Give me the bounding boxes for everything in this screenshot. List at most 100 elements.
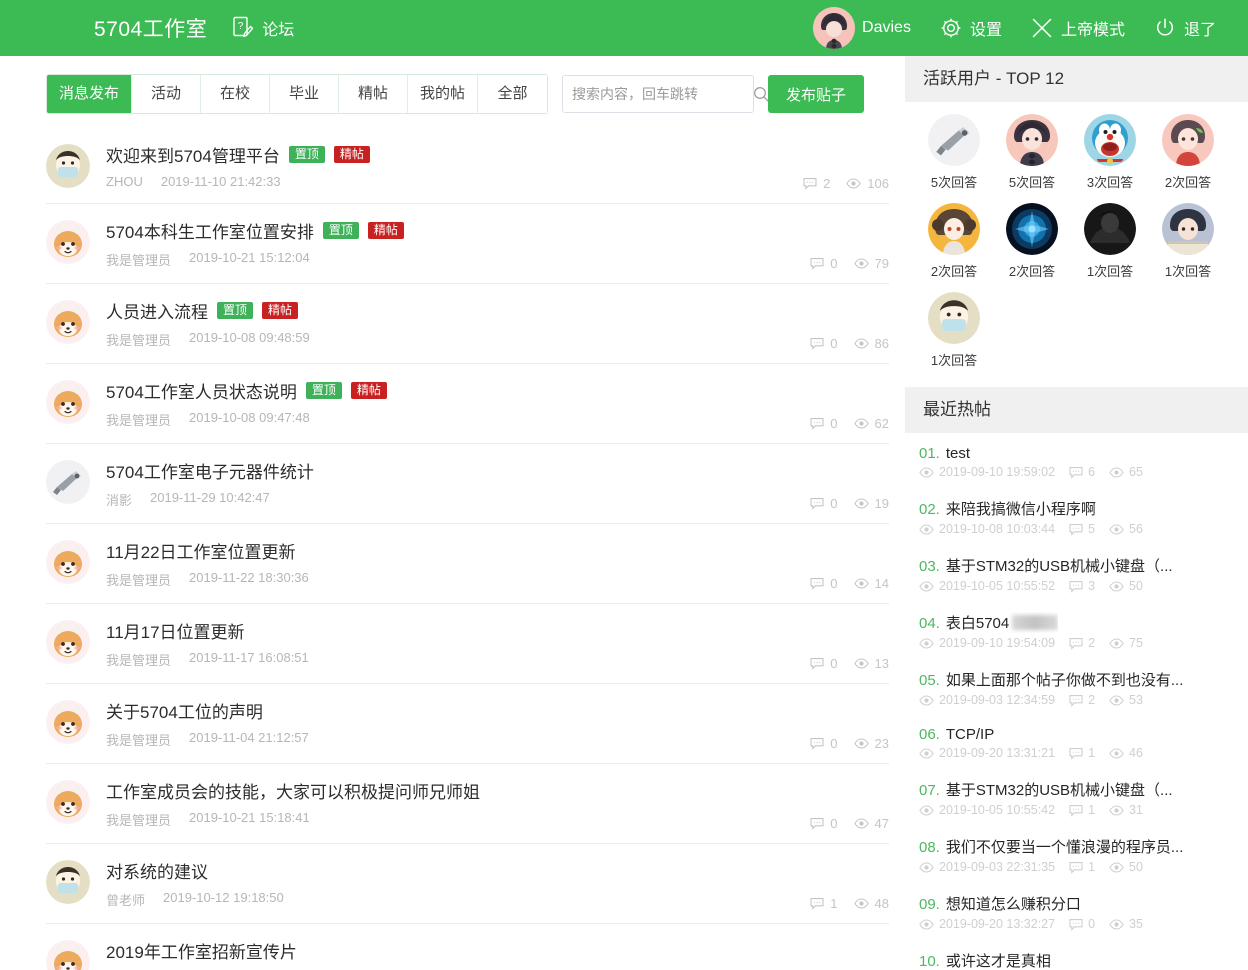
post-title[interactable]: 人员进入流程 (106, 298, 208, 323)
hot-post-item[interactable]: 10. 或许这才是真相 (919, 944, 1248, 970)
search-box[interactable] (562, 75, 770, 113)
hot-post-item[interactable]: 05. 如果上面那个帖子你做不到也没有... 2019-09-03 12:34:… (919, 663, 1248, 716)
eye-icon (853, 578, 869, 589)
tab-7[interactable]: 全部 (478, 75, 548, 113)
active-users-panel: 活跃用户 - TOP 12 5次回答 5次回答 3次回答 2次回答 2次回答 2… (905, 56, 1248, 387)
hot-post-item[interactable]: 02. 来陪我搞微信小程序啊 2019-10-08 10:03:44 5 56 (919, 492, 1248, 545)
comment-count-value: 0 (830, 816, 838, 831)
user-avatar (1162, 203, 1214, 255)
post-row[interactable]: 11月22日工作室位置更新 我是管理员 2019-11-22 18:30:36 … (46, 524, 889, 604)
tab-3[interactable]: 在校 (201, 75, 271, 113)
hot-comment-value: 2 (1088, 693, 1096, 707)
eye-icon (853, 818, 869, 829)
active-user-cell[interactable]: 1次回答 (915, 292, 993, 369)
hot-post-title-wrap[interactable]: TCP/IP (946, 726, 994, 743)
hot-comment-value: 3 (1088, 579, 1096, 593)
post-title-row: 欢迎来到5704管理平台 置顶 精帖 (106, 142, 889, 167)
active-user-cell[interactable]: 5次回答 (993, 114, 1071, 191)
post-row[interactable]: 欢迎来到5704管理平台 置顶 精帖 ZHOU 2019-11-10 21:42:… (46, 128, 889, 204)
post-row[interactable]: 人员进入流程 置顶 精帖 我是管理员 2019-10-08 09:48:59 0 … (46, 284, 889, 364)
post-avatar (46, 460, 90, 504)
hot-post-title-wrap[interactable]: 我们不仅要当一个懂浪漫的程序员... (946, 836, 1184, 857)
post-row[interactable]: 11月17日位置更新 我是管理员 2019-11-17 16:08:51 0 1… (46, 604, 889, 684)
user-avatar (928, 114, 980, 166)
hot-comment-value: 0 (1088, 917, 1096, 931)
hot-post-title-wrap[interactable]: 来陪我搞微信小程序啊 (946, 498, 1096, 519)
active-user-cell[interactable]: 5次回答 (915, 114, 993, 191)
publish-post-button[interactable]: 发布贴子 (768, 75, 865, 113)
post-row[interactable]: 2019年工作室招新宣传片 我是管理员 2019-10-11 19:56:19 … (46, 924, 889, 970)
active-users-grid: 5次回答 5次回答 3次回答 2次回答 2次回答 2次回答 1次回答 1次回答 … (905, 102, 1248, 387)
hot-post-title-wrap[interactable]: 想知道怎么赚积分口 (946, 893, 1081, 914)
hot-post-item[interactable]: 07. 基于STM32的USB机械小键盘（... 2019-10-05 10:5… (919, 773, 1248, 826)
eye-icon (853, 898, 869, 909)
hot-post-item[interactable]: 08. 我们不仅要当一个懂浪漫的程序员... 2019-09-03 22:31:… (919, 830, 1248, 883)
hot-post-time-value: 2019-09-10 19:59:02 (939, 465, 1056, 479)
tab-4[interactable]: 毕业 (270, 75, 340, 113)
post-title[interactable]: 11月17日位置更新 (106, 618, 245, 643)
user-answer-count: 2次回答 (930, 264, 978, 279)
hot-post-title-wrap[interactable]: 基于STM32的USB机械小键盘（... (946, 555, 1173, 576)
post-row[interactable]: 关于5704工位的声明 我是管理员 2019-11-04 21:12:57 0 … (46, 684, 889, 764)
post-author: 消影 (106, 493, 133, 508)
post-row[interactable]: 5704工作室电子元器件统计 消影 2019-11-29 10:42:47 0 … (46, 444, 889, 524)
hot-post-title-row: 01. test (919, 439, 1248, 465)
post-title[interactable]: 11月22日工作室位置更新 (106, 538, 296, 563)
hot-post-time-value: 2019-09-20 13:31:21 (939, 746, 1056, 760)
hot-post-item[interactable]: 01. test 2019-09-10 19:59:02 6 65 (919, 439, 1248, 488)
post-row[interactable]: 工作室成员会的技能，大家可以积极提问师兄师姐 我是管理员 2019-10-21 … (46, 764, 889, 844)
hot-post-index: 10. (919, 953, 940, 970)
post-body: 5704工作室人员状态说明 置顶 精帖 我是管理员 2019-10-08 09:4… (90, 378, 889, 429)
active-user-cell[interactable]: 2次回答 (1149, 114, 1227, 191)
hot-post-item[interactable]: 04. 表白5704 2019-09-10 19:54:09 2 75 (919, 606, 1248, 659)
tab-1[interactable]: 消息发布 (47, 75, 133, 113)
post-row[interactable]: 5704本科生工作室位置安排 置顶 精帖 我是管理员 2019-10-21 15:… (46, 204, 889, 284)
logout-button[interactable]: 退了 (1139, 16, 1230, 40)
post-title[interactable]: 5704本科生工作室位置安排 (106, 218, 314, 243)
tab-6[interactable]: 我的帖 (408, 75, 479, 113)
badge-top: 置顶 (288, 146, 325, 163)
post-title[interactable]: 工作室成员会的技能，大家可以积极提问师兄师姐 (106, 778, 480, 803)
post-row[interactable]: 对系统的建议 曾老师 2019-10-12 19:18:50 1 48 (46, 844, 889, 924)
hot-post-index: 05. (919, 672, 940, 689)
post-title[interactable]: 5704工作室电子元器件统计 (106, 458, 314, 483)
hot-post-title-wrap[interactable]: 基于STM32的USB机械小键盘（... (946, 779, 1173, 800)
active-user-cell[interactable]: 1次回答 (1149, 203, 1227, 280)
post-title[interactable]: 欢迎来到5704管理平台 (106, 142, 280, 167)
hot-post-title-wrap[interactable]: test (946, 445, 970, 462)
comment-count-value: 0 (830, 336, 838, 351)
settings-button[interactable]: 设置 (925, 16, 1016, 40)
hot-post-item[interactable]: 09. 想知道怎么赚积分口 2019-09-20 13:32:27 0 35 (919, 887, 1248, 940)
post-title[interactable]: 对系统的建议 (106, 858, 208, 883)
god-mode-button[interactable]: 上帝模式 (1016, 16, 1139, 40)
gear-icon (939, 16, 963, 40)
post-comment-count: 0 (810, 256, 838, 271)
forum-nav-link[interactable]: ? 论坛 (233, 16, 294, 40)
hot-post-item[interactable]: 06. TCP/IP 2019-09-20 13:31:21 1 46 (919, 720, 1248, 769)
tab-5[interactable]: 精帖 (339, 75, 409, 113)
eye-icon (853, 738, 869, 749)
post-title[interactable]: 关于5704工位的声明 (106, 698, 263, 723)
hot-post-item[interactable]: 03. 基于STM32的USB机械小键盘（... 2019-10-05 10:5… (919, 549, 1248, 602)
eye-icon (853, 658, 869, 669)
active-user-cell[interactable]: 2次回答 (993, 203, 1071, 280)
active-user-cell[interactable]: 3次回答 (1071, 114, 1149, 191)
hot-posts-title: 最近热帖 (905, 387, 1248, 433)
post-avatar (46, 780, 90, 824)
post-title[interactable]: 5704工作室人员状态说明 (106, 378, 297, 403)
hot-post-title-wrap[interactable]: 如果上面那个帖子你做不到也没有... (946, 669, 1184, 690)
eye-icon (919, 466, 934, 478)
active-user-cell[interactable]: 1次回答 (1071, 203, 1149, 280)
post-title[interactable]: 2019年工作室招新宣传片 (106, 938, 297, 963)
hot-post-title-wrap[interactable]: 表白5704 (946, 612, 1059, 633)
hot-post-title-wrap[interactable]: 或许这才是真相 (946, 950, 1051, 970)
comment-icon (1069, 694, 1083, 707)
active-user-cell[interactable]: 2次回答 (915, 203, 993, 280)
post-row[interactable]: 5704工作室人员状态说明 置顶 精帖 我是管理员 2019-10-08 09:4… (46, 364, 889, 444)
hot-post-index: 09. (919, 896, 940, 913)
tab-2[interactable]: 活动 (132, 75, 202, 113)
hot-post-comment-count: 0 (1069, 917, 1095, 931)
hot-post-time-value: 2019-09-20 13:32:27 (939, 917, 1056, 931)
user-profile-button[interactable]: Davies (799, 7, 925, 49)
search-input[interactable] (572, 86, 754, 102)
